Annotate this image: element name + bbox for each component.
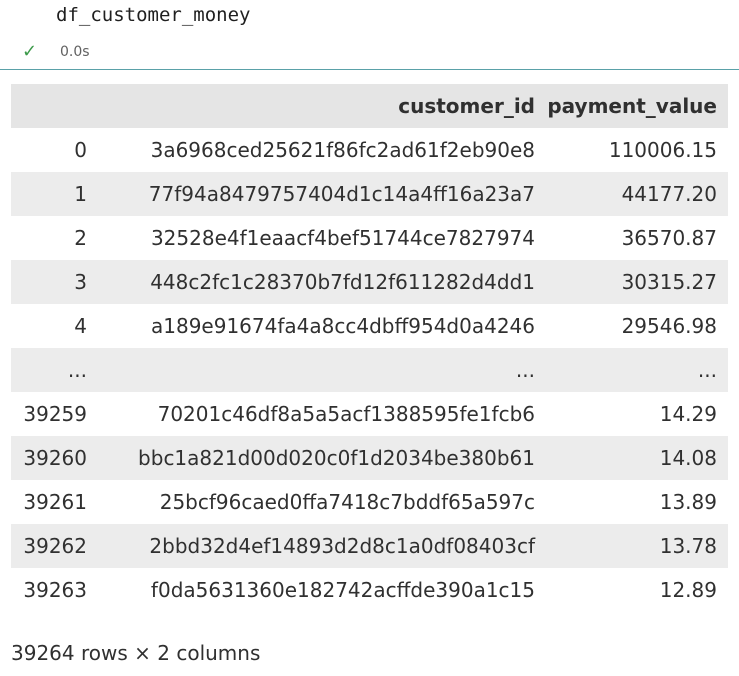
row-index: 2 [74, 226, 87, 250]
cell-divider [0, 69, 739, 70]
payment-value-cell: 12.89 [659, 578, 717, 602]
table-header-row: customer_id payment_value [11, 84, 728, 128]
payment-value-cell: 29546.98 [621, 314, 717, 338]
payment-value-cell: 13.89 [659, 490, 717, 514]
customer-id-cell: bbc1a821d00d020c0f1d2034be380b61 [138, 446, 535, 470]
table-row: 4 a189e91674fa4a8cc4dbff954d0a4246 29546… [11, 304, 728, 348]
customer-id-cell: 25bcf96caed0ffa7418c7bddf65a597c [159, 490, 535, 514]
payment-value-cell: 110006.15 [608, 138, 717, 162]
row-index: 39259 [23, 402, 87, 426]
check-icon: ✓ [22, 41, 38, 62]
customer-id-cell: 32528e4f1eaacf4bef51744ce7827974 [150, 226, 535, 250]
ellipsis-row: ... ... ... [11, 348, 728, 392]
row-index: ... [67, 358, 87, 382]
dataframe-shape: 39264 rows × 2 columns [11, 641, 261, 665]
payment-value-cell: 36570.87 [621, 226, 717, 250]
table-row: 2 32528e4f1eaacf4bef51744ce7827974 36570… [11, 216, 728, 260]
row-index: 39262 [23, 534, 87, 558]
table-row: 3 448c2fc1c28370b7fd12f611282d4dd1 30315… [11, 260, 728, 304]
column-header-payment-value: payment_value [547, 94, 717, 118]
payment-value-cell: 30315.27 [621, 270, 717, 294]
payment-value-cell: 14.08 [659, 446, 717, 470]
row-index: 39260 [23, 446, 87, 470]
table-row: 1 77f94a8479757404d1c14a4ff16a23a7 44177… [11, 172, 728, 216]
column-header-customer-id: customer_id [398, 94, 535, 118]
customer-id-cell: 77f94a8479757404d1c14a4ff16a23a7 [148, 182, 535, 206]
row-index: 3 [74, 270, 87, 294]
customer-id-cell: 3a6968ced25621f86fc2ad61f2eb90e8 [150, 138, 535, 162]
execution-status: ✓ 0.0s [22, 40, 90, 64]
customer-id-cell: a189e91674fa4a8cc4dbff954d0a4246 [151, 314, 535, 338]
customer-id-cell: 2bbd32d4ef14893d2d8c1a0df08403cf [149, 534, 535, 558]
customer-id-cell: 70201c46df8a5a5acf1388595fe1fcb6 [157, 402, 535, 426]
row-index: 39263 [23, 578, 87, 602]
table-row: 39261 25bcf96caed0ffa7418c7bddf65a597c 1… [11, 480, 728, 524]
table-row: 39259 70201c46df8a5a5acf1388595fe1fcb6 1… [11, 392, 728, 436]
row-index: 0 [74, 138, 87, 162]
payment-value-cell: 13.78 [659, 534, 717, 558]
row-index: 4 [74, 314, 87, 338]
table-row: 39262 2bbd32d4ef14893d2d8c1a0df08403cf 1… [11, 524, 728, 568]
table-row: 39260 bbc1a821d00d020c0f1d2034be380b61 1… [11, 436, 728, 480]
code-cell-source[interactable]: df_customer_money [56, 2, 250, 28]
payment-value-cell: 44177.20 [621, 182, 717, 206]
row-index: 1 [74, 182, 87, 206]
payment-value-cell: ... [697, 358, 717, 382]
index-header [11, 84, 99, 128]
customer-id-cell: ... [515, 358, 535, 382]
table-row: 39263 f0da5631360e182742acffde390a1c15 1… [11, 568, 728, 612]
dataframe-table: customer_id payment_value 0 3a6968ced256… [11, 84, 728, 612]
execution-time: 0.0s [60, 44, 90, 60]
table-row: 0 3a6968ced25621f86fc2ad61f2eb90e8 11000… [11, 128, 728, 172]
payment-value-cell: 14.29 [659, 402, 717, 426]
customer-id-cell: f0da5631360e182742acffde390a1c15 [150, 578, 535, 602]
customer-id-cell: 448c2fc1c28370b7fd12f611282d4dd1 [150, 270, 535, 294]
row-index: 39261 [23, 490, 87, 514]
